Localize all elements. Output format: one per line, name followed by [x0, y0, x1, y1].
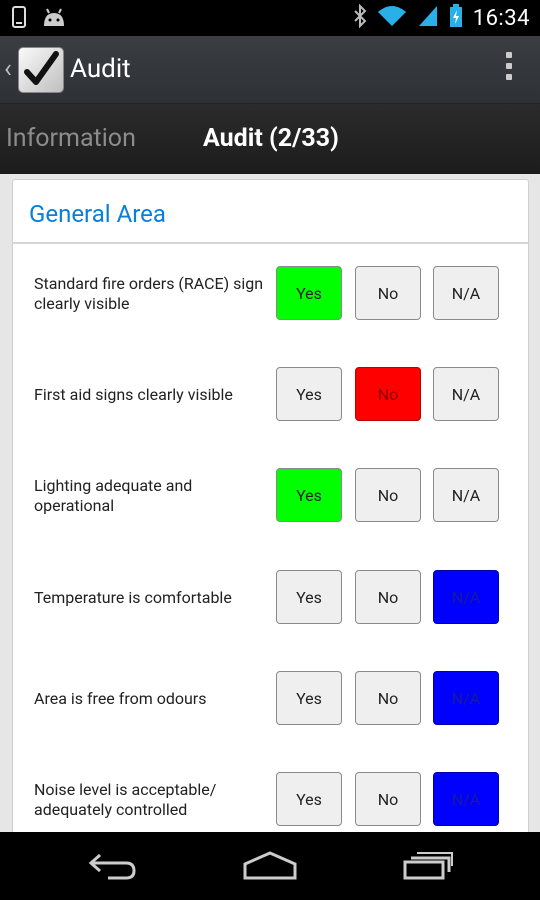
phone-icon — [12, 6, 26, 32]
status-bar: 16:34 — [0, 0, 540, 36]
no-button[interactable]: No — [355, 468, 421, 522]
audit-item-label: Temperature is comfortable — [34, 588, 232, 607]
audit-item-label: First aid signs clearly visible — [34, 385, 233, 404]
navigation-bar — [0, 832, 540, 900]
no-button[interactable]: No — [355, 570, 421, 624]
app-logo-checkmark-icon[interactable] — [18, 47, 64, 93]
audit-item-row: First aid signs clearly visible Yes No N… — [13, 367, 528, 423]
yes-button[interactable]: Yes — [276, 772, 342, 826]
na-button[interactable]: N/A — [433, 266, 499, 320]
recent-apps-icon[interactable] — [402, 850, 454, 884]
action-bar: ‹ Audit — [0, 36, 540, 105]
section-title: General Area — [29, 200, 166, 228]
audit-item-label: Lighting adequate and operational — [34, 476, 193, 515]
audit-item-label: Noise level is acceptable/ adequately co… — [34, 780, 217, 819]
content-area: General Area Standard fire orders (RACE)… — [0, 174, 540, 832]
back-chevron-icon[interactable]: ‹ — [4, 54, 12, 84]
section-divider — [13, 242, 528, 244]
bluetooth-icon — [353, 3, 367, 32]
na-button[interactable]: N/A — [433, 570, 499, 624]
audit-item-row: Noise level is acceptable/ adequately co… — [13, 772, 528, 828]
na-button[interactable]: N/A — [433, 468, 499, 522]
no-button[interactable]: No — [355, 266, 421, 320]
yes-button[interactable]: Yes — [276, 266, 342, 320]
wifi-icon — [377, 4, 407, 32]
overflow-menu-icon[interactable] — [506, 52, 514, 85]
audit-item-label: Standard fire orders (RACE) sign clearly… — [34, 274, 264, 313]
tab-information[interactable]: Information — [6, 124, 136, 153]
clock-time: 16:34 — [472, 5, 530, 31]
signal-icon — [417, 4, 439, 32]
action-bar-title: Audit — [70, 54, 131, 84]
na-button[interactable]: N/A — [433, 367, 499, 421]
yes-button[interactable]: Yes — [276, 367, 342, 421]
audit-item-row: Area is free from odours Yes No N/A — [13, 671, 528, 727]
battery-icon — [449, 4, 463, 32]
no-button[interactable]: No — [355, 367, 421, 421]
tab-bar: Information Audit (2/33) — [0, 104, 540, 174]
back-nav-icon[interactable] — [88, 850, 138, 884]
yes-button[interactable]: Yes — [276, 671, 342, 725]
audit-item-label: Area is free from odours — [34, 689, 207, 708]
no-button[interactable]: No — [355, 671, 421, 725]
yes-button[interactable]: Yes — [276, 468, 342, 522]
audit-item-row: Lighting adequate and operational Yes No… — [13, 468, 528, 524]
audit-item-row: Temperature is comfortable Yes No N/A — [13, 570, 528, 626]
na-button[interactable]: N/A — [433, 671, 499, 725]
audit-card: General Area Standard fire orders (RACE)… — [12, 179, 529, 832]
android-icon — [40, 7, 68, 31]
no-button[interactable]: No — [355, 772, 421, 826]
home-nav-icon[interactable] — [242, 850, 298, 884]
na-button[interactable]: N/A — [433, 772, 499, 826]
tab-audit[interactable]: Audit (2/33) — [203, 124, 339, 153]
yes-button[interactable]: Yes — [276, 570, 342, 624]
audit-item-row: Standard fire orders (RACE) sign clearly… — [13, 266, 528, 322]
